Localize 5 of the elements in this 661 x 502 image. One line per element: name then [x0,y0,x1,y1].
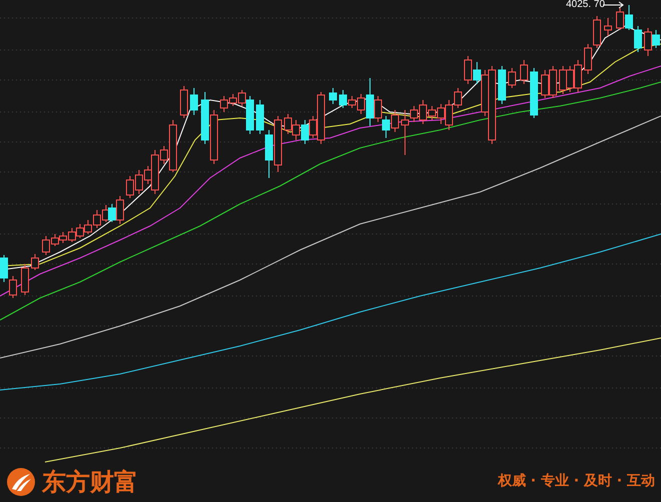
high-price-label: 4025. 70 [566,0,605,10]
brand-slogan: 权威 · 专业 · 及时 · 互动 [498,472,655,490]
logo-icon [6,467,36,497]
arrow-icon [603,1,625,9]
brand-name: 东方财富 [42,467,138,498]
